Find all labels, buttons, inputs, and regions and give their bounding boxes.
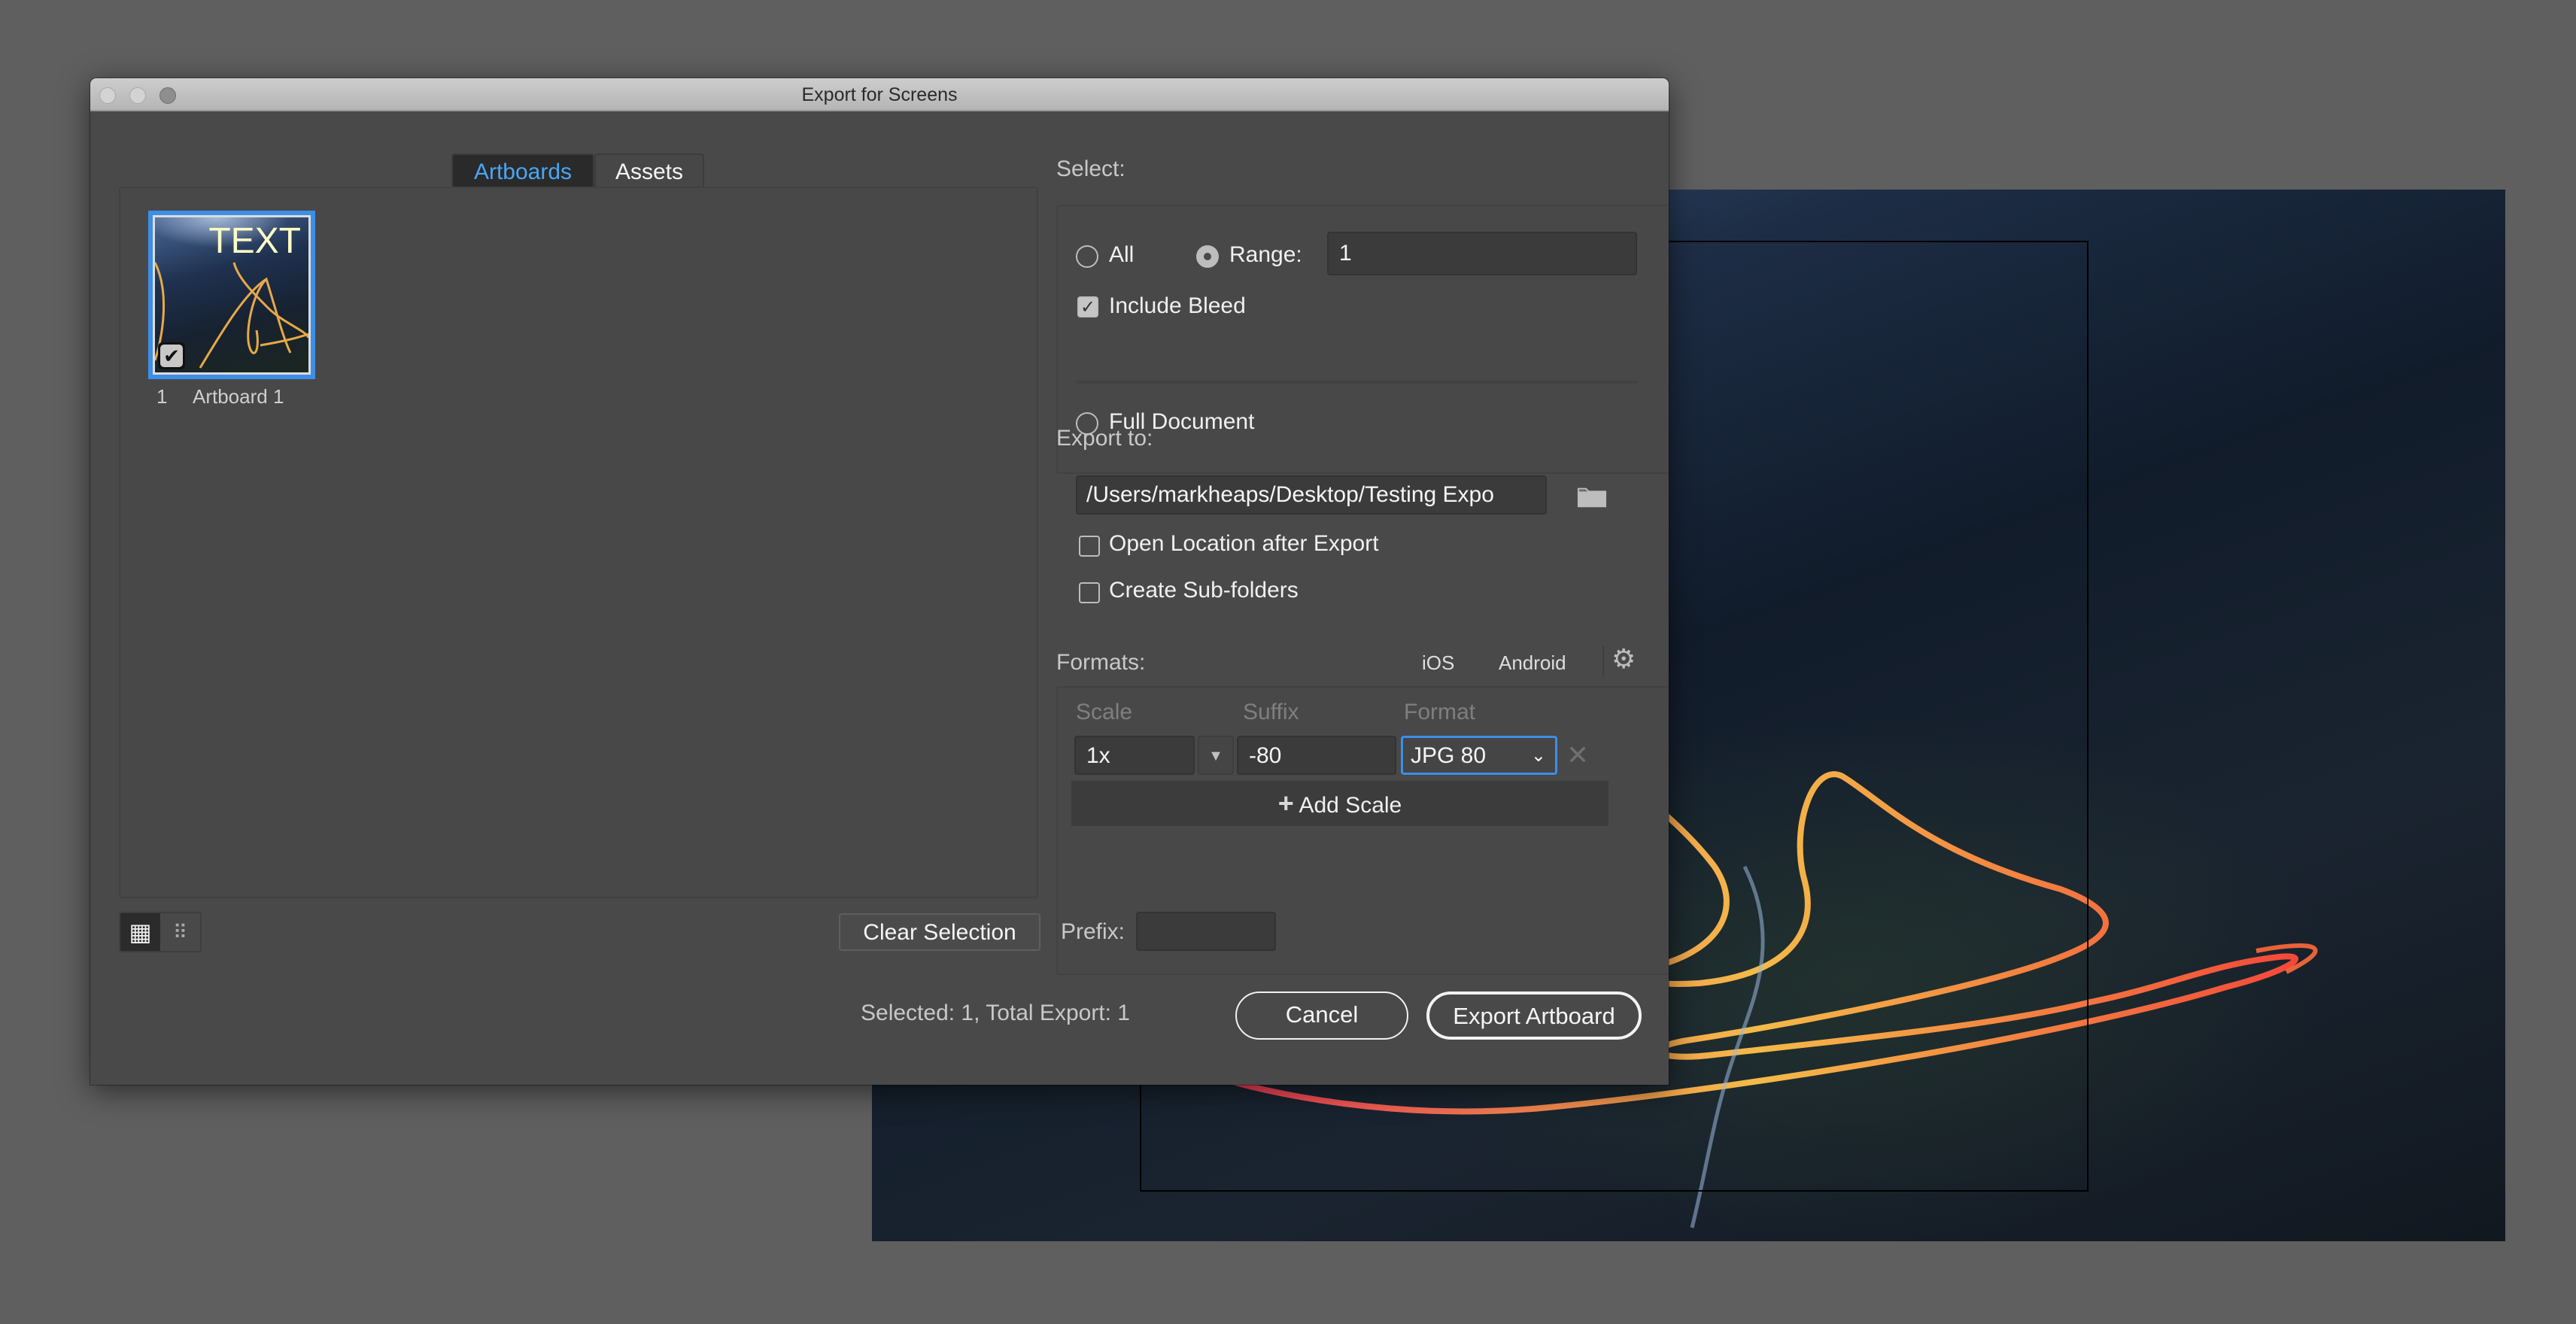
selection-status: Selected: 1, Total Export: 1 bbox=[861, 1001, 1130, 1025]
radio-range[interactable] bbox=[1196, 245, 1219, 268]
triangle-down-icon: ▼ bbox=[1208, 748, 1223, 764]
cancel-button[interactable]: Cancel bbox=[1235, 991, 1408, 1040]
format-select[interactable]: JPG 80 ⌄ bbox=[1401, 736, 1557, 775]
radio-all[interactable] bbox=[1076, 245, 1098, 268]
create-subfolders-label[interactable]: Create Sub-folders bbox=[1109, 578, 1299, 603]
prefix-input[interactable] bbox=[1136, 912, 1276, 951]
suffix-input[interactable]: -80 bbox=[1237, 736, 1396, 775]
divider bbox=[1076, 381, 1639, 384]
thumbnail-headline-text: TEXT bbox=[208, 221, 301, 261]
ios-preset-button[interactable]: iOS bbox=[1422, 651, 1454, 675]
gear-icon[interactable]: ⚙ bbox=[1612, 644, 1636, 674]
add-scale-label: Add Scale bbox=[1299, 793, 1402, 818]
title-bar[interactable]: Export for Screens bbox=[90, 78, 1669, 111]
radio-all-label[interactable]: All bbox=[1109, 242, 1134, 268]
android-preset-button[interactable]: Android bbox=[1499, 651, 1566, 675]
clear-selection-button[interactable]: Clear Selection bbox=[839, 913, 1040, 951]
grid-small-icon: ⠿ bbox=[172, 921, 188, 943]
artboard-thumbnail[interactable]: TEXT ✔ bbox=[148, 211, 315, 379]
include-bleed-checkbox[interactable]: ✓ bbox=[1077, 296, 1098, 317]
tab-assets[interactable]: Assets bbox=[594, 153, 704, 187]
chevron-down-icon: ⌄ bbox=[1530, 746, 1546, 766]
dialog-title: Export for Screens bbox=[801, 84, 958, 105]
grid-large-icon: ▦ bbox=[129, 919, 152, 946]
export-path-input[interactable]: /Users/markheaps/Desktop/Testing Expo bbox=[1076, 475, 1547, 515]
remove-scale-icon[interactable]: ✕ bbox=[1566, 739, 1589, 772]
tab-artboards[interactable]: Artboards bbox=[451, 153, 594, 187]
view-mode-toggle: ▦ ⠿ bbox=[119, 912, 202, 952]
create-subfolders-checkbox[interactable] bbox=[1079, 582, 1100, 603]
formats-label: Formats: bbox=[1056, 650, 1146, 675]
small-thumbnail-view-button[interactable]: ⠿ bbox=[160, 913, 200, 951]
divider bbox=[1602, 645, 1604, 676]
plus-icon: + bbox=[1277, 788, 1294, 818]
include-bleed-label[interactable]: Include Bleed bbox=[1109, 293, 1246, 319]
artboard-number: 1 bbox=[156, 385, 168, 408]
artboard-list-panel: TEXT ✔ 1 Artboard 1 bbox=[119, 187, 1038, 898]
river bbox=[1690, 865, 1765, 1228]
scale-dropdown-button[interactable]: ▼ bbox=[1198, 736, 1234, 775]
artboard-select-checkbox[interactable]: ✔ bbox=[158, 342, 185, 369]
range-input[interactable]: 1 bbox=[1327, 232, 1637, 275]
export-artboard-button[interactable]: Export Artboard bbox=[1426, 991, 1642, 1040]
scale-input[interactable]: 1x bbox=[1074, 736, 1195, 775]
column-header-suffix: Suffix bbox=[1243, 700, 1299, 724]
column-header-scale: Scale bbox=[1076, 700, 1133, 724]
select-label: Select: bbox=[1056, 156, 1125, 181]
format-select-value: JPG 80 bbox=[1411, 743, 1487, 768]
large-thumbnail-view-button[interactable]: ▦ bbox=[120, 913, 160, 951]
export-to-label: Export to: bbox=[1056, 426, 1153, 451]
folder-icon[interactable] bbox=[1577, 484, 1607, 509]
column-header-format: Format bbox=[1404, 700, 1476, 724]
open-location-label[interactable]: Open Location after Export bbox=[1109, 531, 1379, 557]
export-for-screens-dialog: Export for Screens Artboards Assets TEXT… bbox=[90, 78, 1669, 1085]
prefix-label: Prefix: bbox=[1061, 919, 1125, 944]
artboard-name[interactable]: Artboard 1 bbox=[193, 385, 284, 408]
artboard-thumbnail-image: TEXT ✔ bbox=[153, 215, 311, 375]
add-scale-button[interactable]: + Add Scale bbox=[1071, 781, 1608, 826]
radio-range-label[interactable]: Range: bbox=[1229, 242, 1302, 268]
open-location-checkbox[interactable] bbox=[1079, 536, 1100, 557]
checkmark-icon: ✔ bbox=[160, 345, 183, 367]
